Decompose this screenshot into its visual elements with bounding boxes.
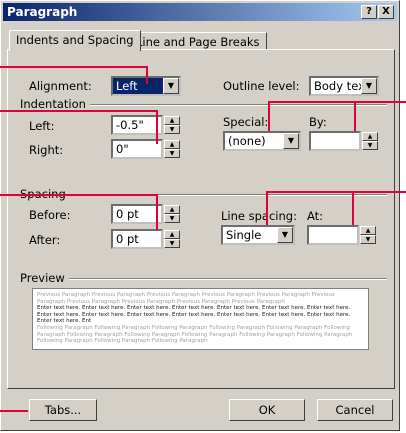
spacing-before-label: Before: [29, 208, 71, 222]
spin-up-icon[interactable]: ▲ [164, 140, 180, 149]
indent-left-value: -0.5" [116, 118, 144, 132]
chevron-down-icon[interactable]: ▼ [361, 78, 377, 94]
at-input[interactable] [307, 225, 359, 245]
spin-down-icon[interactable]: ▼ [362, 141, 378, 150]
callout-special-v [268, 101, 270, 131]
outline-level-select[interactable]: Body text ▼ [309, 76, 379, 96]
help-button[interactable]: ? [361, 5, 377, 19]
chevron-down-icon[interactable]: ▼ [283, 133, 299, 149]
spin-up-icon[interactable]: ▲ [164, 116, 180, 125]
cancel-button[interactable]: Cancel [317, 399, 393, 421]
by-spinner[interactable]: ▲ ▼ [362, 132, 378, 150]
spin-up-icon[interactable]: ▲ [360, 226, 376, 235]
tabs-button[interactable]: Tabs... [29, 399, 97, 421]
by-input[interactable] [309, 131, 361, 151]
preview-group-label: Preview [20, 271, 69, 285]
spin-down-icon[interactable]: ▼ [164, 239, 180, 248]
preview-sample-text: Enter text here. Enter text here. Enter … [37, 305, 351, 325]
callout-alignment-v [146, 66, 148, 84]
chevron-down-icon[interactable]: ▼ [277, 227, 293, 243]
alignment-label: Alignment: [29, 79, 92, 93]
preview-previous-text: Previous Paragraph Previous Paragraph Pr… [37, 292, 335, 305]
spin-down-icon[interactable]: ▼ [360, 235, 376, 244]
callout-at-v [352, 191, 354, 225]
callout-special-h [268, 101, 406, 103]
alignment-value: Left [116, 79, 138, 93]
paragraph-dialog: Paragraph ? X Indents and Spacing Line a… [0, 0, 400, 431]
spacing-after-label: After: [29, 233, 61, 247]
callout-spacing-v [156, 194, 158, 230]
special-select[interactable]: (none) ▼ [223, 131, 301, 151]
spacing-after-input[interactable]: 0 pt [111, 229, 163, 249]
indentation-group-label: Indentation [20, 97, 90, 111]
spin-down-icon[interactable]: ▼ [164, 214, 180, 223]
spin-down-icon[interactable]: ▼ [164, 149, 180, 158]
spin-down-icon[interactable]: ▼ [164, 125, 180, 134]
callout-by-v [354, 101, 356, 131]
special-label: Special: [223, 115, 269, 129]
indent-right-label: Right: [29, 143, 64, 157]
callout-linespacing-h [266, 191, 406, 193]
by-label: By: [309, 115, 327, 129]
indent-right-value: 0" [116, 142, 129, 156]
callout-tabs-h [0, 410, 28, 412]
window-title: Paragraph [7, 5, 78, 19]
spacing-before-value: 0 pt [116, 207, 139, 221]
indent-right-spinner[interactable]: ▲ ▼ [164, 140, 180, 158]
close-button[interactable]: X [378, 5, 394, 19]
preview-following-text: Following Paragraph Following Paragraph … [37, 324, 353, 345]
tab-indents-and-spacing-label: Indents and Spacing [16, 33, 134, 47]
callout-indent-h [0, 110, 158, 112]
spacing-after-value: 0 pt [116, 232, 139, 246]
callout-indent-v [156, 110, 158, 144]
chevron-down-icon[interactable]: ▼ [163, 78, 179, 94]
paragraph-preview: Previous Paragraph Previous Paragraph Pr… [32, 288, 369, 350]
callout-spacing-h [0, 194, 158, 196]
title-bar: Paragraph ? X [3, 3, 397, 21]
callout-alignment-h [0, 66, 148, 68]
spin-up-icon[interactable]: ▲ [164, 205, 180, 214]
spin-up-icon[interactable]: ▲ [362, 132, 378, 141]
ok-button[interactable]: OK [229, 399, 305, 421]
outline-level-label: Outline level: [223, 79, 300, 93]
line-spacing-value: Single [226, 228, 262, 242]
tab-line-and-page-breaks[interactable]: Line and Page Breaks [129, 32, 267, 50]
indent-left-label: Left: [29, 119, 55, 133]
callout-linespacing-v [266, 191, 268, 225]
at-spinner[interactable]: ▲ ▼ [360, 226, 376, 244]
line-spacing-label: Line spacing: [221, 209, 297, 223]
indent-left-spinner[interactable]: ▲ ▼ [164, 116, 180, 134]
spacing-before-spinner[interactable]: ▲ ▼ [164, 205, 180, 223]
spacing-after-spinner[interactable]: ▲ ▼ [164, 230, 180, 248]
tab-indents-and-spacing[interactable]: Indents and Spacing [9, 30, 141, 51]
special-value: (none) [228, 134, 266, 148]
line-spacing-select[interactable]: Single ▼ [221, 225, 295, 245]
spin-up-icon[interactable]: ▲ [164, 230, 180, 239]
at-label: At: [307, 209, 324, 223]
preview-separator [21, 278, 387, 280]
tab-line-and-page-breaks-label: Line and Page Breaks [136, 35, 260, 49]
